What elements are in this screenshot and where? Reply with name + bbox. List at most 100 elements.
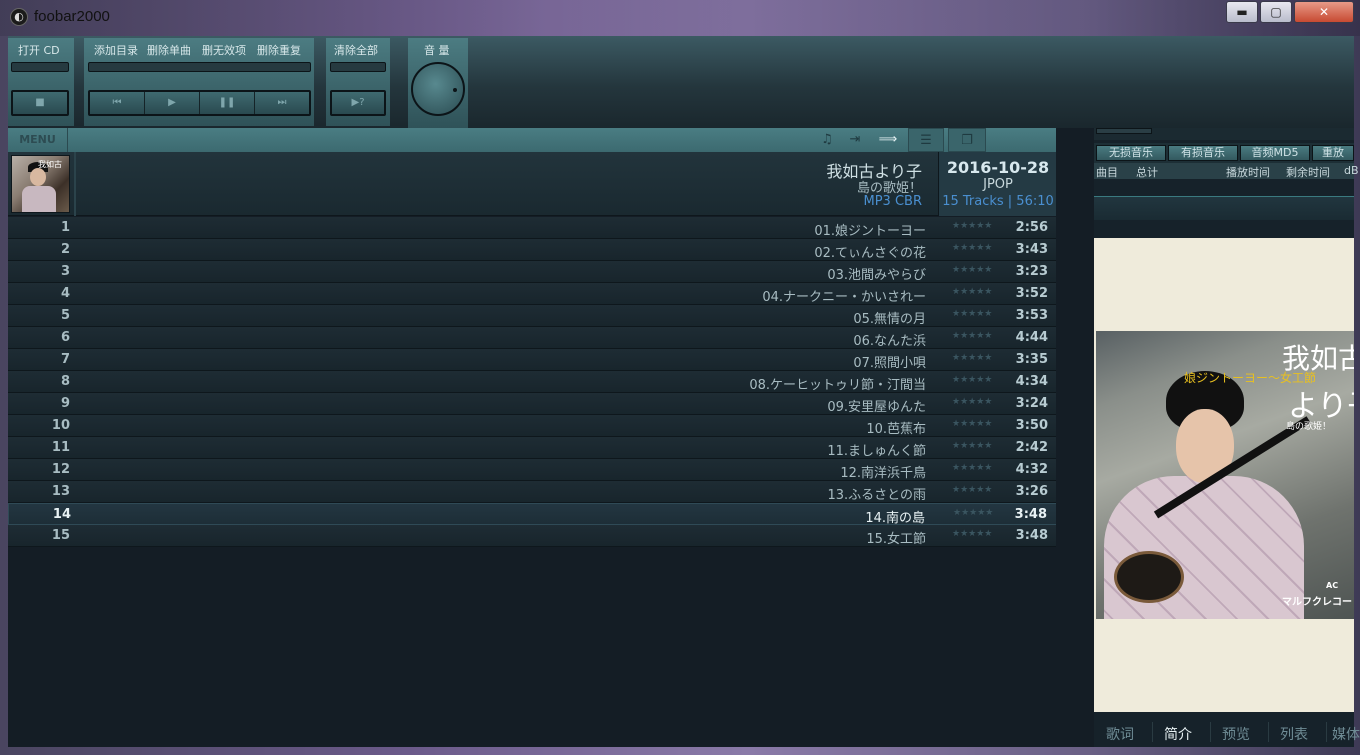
add-dir-label[interactable]: 添加目录 [94, 42, 138, 58]
thumb-face [30, 168, 46, 186]
delete-single-label[interactable]: 删除单曲 [147, 42, 191, 58]
album-cover-thumbnail[interactable]: 我如古 [11, 155, 70, 213]
track-title: 15.女工節 [866, 532, 926, 547]
track-number: 4 [60, 286, 70, 301]
tab-replay[interactable]: 重放 [1312, 145, 1354, 161]
track-row[interactable]: 12 12.南洋浜千鳥 ★★★★★ 4:32 [8, 459, 1058, 481]
open-cd-slot[interactable] [11, 62, 69, 72]
col-remaining: 剩余时间 [1286, 166, 1330, 179]
track-rating[interactable]: ★★★★★ [952, 331, 992, 341]
track-rating[interactable]: ★★★★★ [952, 287, 992, 297]
tab-intro[interactable]: 简介 [1164, 724, 1192, 744]
pause-button[interactable]: ❚❚ [200, 92, 255, 114]
playlist-nav-bar: MENU ♫ ⇥ ⟹ ☰ ❐ [8, 128, 1056, 152]
right-panel-strip [1094, 196, 1354, 220]
track-title: 11.ましゅんく節 [827, 444, 926, 459]
track-row[interactable]: 4 04.ナークニー・かいされー ★★★★★ 3:52 [8, 283, 1058, 305]
list-icon[interactable]: ☰ [908, 128, 944, 152]
play-button[interactable]: ▶ [145, 92, 200, 114]
tab-media[interactable]: 媒体 [1332, 724, 1360, 744]
tab-preview[interactable]: 预览 [1222, 724, 1250, 744]
window-icon[interactable]: ❐ [948, 128, 986, 152]
delete-dup-label[interactable]: 删除重复 [257, 42, 301, 58]
track-title: 05.無情の月 [853, 312, 926, 327]
track-row[interactable]: 1 01.娘ジントーヨー ★★★★★ 2:56 [8, 217, 1058, 239]
tab-audio-md5[interactable]: 音频MD5 [1240, 145, 1310, 161]
clear-all-label[interactable]: 清除全部 [334, 42, 378, 58]
track-number: 14 [52, 507, 71, 522]
right-panel-slot[interactable] [1096, 128, 1152, 134]
track-row[interactable]: 2 02.てぃんさぐの花 ★★★★★ 3:43 [8, 239, 1058, 261]
track-rating[interactable]: ★★★★★ [952, 419, 992, 429]
clear-all-slot[interactable] [330, 62, 386, 72]
track-title: 04.ナークニー・かいされー [762, 290, 926, 305]
track-rating[interactable]: ★★★★★ [953, 508, 993, 518]
art-label-top: AC [1326, 581, 1339, 590]
tab-separator [1152, 722, 1153, 742]
random-play-button[interactable]: ▶? [330, 90, 386, 116]
col-track: 曲目 [1096, 166, 1118, 179]
track-row[interactable]: 9 09.安里屋ゆんた ★★★★★ 3:24 [8, 393, 1058, 415]
track-title: 06.なんた浜 [853, 334, 926, 349]
track-title: 14.南の島 [865, 511, 925, 526]
music-note-icon[interactable]: ♫ [812, 128, 842, 152]
track-duration: 3:48 [1014, 507, 1047, 522]
tab-lossy[interactable]: 有损音乐 [1168, 145, 1238, 161]
track-rating[interactable]: ★★★★★ [952, 265, 992, 275]
track-row[interactable]: 6 06.なんた浜 ★★★★★ 4:44 [8, 327, 1058, 349]
album-header: 我如古 我如古より子 島の歌姫！ MP3 CBR 2016-10-28 JPOP… [8, 152, 1056, 216]
thumb-body [22, 186, 56, 212]
track-row[interactable]: 3 03.池間みやらび ★★★★★ 3:23 [8, 261, 1058, 283]
stop-button[interactable]: ■ [11, 90, 69, 116]
track-rating[interactable]: ★★★★★ [952, 441, 992, 451]
track-duration: 4:34 [1015, 374, 1048, 389]
next-button[interactable]: ⏭ [255, 92, 309, 114]
tab-lossless[interactable]: 无损音乐 [1096, 145, 1166, 161]
track-rating[interactable]: ★★★★★ [952, 221, 992, 231]
right-panel-tabs: 无损音乐 有损音乐 音频MD5 重放 [1094, 143, 1354, 163]
tab-lyrics[interactable]: 歌词 [1106, 724, 1134, 744]
track-rating[interactable]: ★★★★★ [952, 353, 992, 363]
track-number: 3 [60, 264, 70, 279]
track-row[interactable]: 5 05.無情の月 ★★★★★ 3:53 [8, 305, 1058, 327]
track-row[interactable]: 10 10.芭蕉布 ★★★★★ 3:50 [8, 415, 1058, 437]
title-bar: ◐ foobar2000 ▬ ▢ ✕ [0, 0, 1360, 36]
track-rating[interactable]: ★★★★★ [952, 309, 992, 319]
toolbar: 打开 CD ■ 添加目录 删除单曲 删无效项 删除重复 ⏮ ▶ ❚❚ ⏭ 清除全… [8, 36, 1354, 128]
arrow-right-icon[interactable]: ⟹ [870, 128, 906, 152]
right-panel-bottom-tabs: 歌词 简介 预览 列表 媒体 [1094, 718, 1360, 747]
maximize-button[interactable]: ▢ [1260, 1, 1292, 23]
track-rating[interactable]: ★★★★★ [952, 529, 992, 539]
tab-list[interactable]: 列表 [1280, 724, 1308, 744]
track-rating[interactable]: ★★★★★ [952, 397, 992, 407]
menu-button[interactable]: MENU [8, 128, 68, 152]
close-button[interactable]: ✕ [1294, 1, 1354, 23]
track-rating[interactable]: ★★★★★ [952, 485, 992, 495]
track-title: 01.娘ジントーヨー [814, 224, 926, 239]
header-separator [74, 152, 76, 216]
track-row[interactable]: 15 15.女工節 ★★★★★ 3:48 [8, 525, 1058, 547]
album-genre: JPOP [983, 177, 1013, 192]
playlist-ops-slot[interactable] [88, 62, 311, 72]
track-rating[interactable]: ★★★★★ [952, 463, 992, 473]
track-rating[interactable]: ★★★★★ [952, 243, 992, 253]
track-duration: 3:52 [1015, 286, 1048, 301]
track-row[interactable]: 8 08.ケーヒットゥリ節・汀間当 ★★★★★ 4:34 [8, 371, 1058, 393]
delete-invalid-label[interactable]: 删无效项 [202, 42, 246, 58]
foobar-app-icon: ◐ [10, 8, 28, 26]
track-row[interactable]: 11 11.ましゅんく節 ★★★★★ 2:42 [8, 437, 1058, 459]
volume-knob[interactable] [411, 62, 465, 116]
minimize-button[interactable]: ▬ [1226, 1, 1258, 23]
album-cover-art[interactable]: 我如古 娘ジントーヨー～女工節 より子 島の歌姫！ AC マルフクレコード [1096, 331, 1354, 619]
prev-button[interactable]: ⏮ [90, 92, 145, 114]
track-row[interactable]: 13 13.ふるさとの雨 ★★★★★ 3:26 [8, 481, 1058, 503]
track-title: 07.照間小唄 [853, 356, 926, 371]
track-row[interactable]: 7 07.照間小唄 ★★★★★ 3:35 [8, 349, 1058, 371]
track-duration: 2:56 [1015, 220, 1048, 235]
import-icon[interactable]: ⇥ [840, 128, 870, 152]
track-duration: 3:53 [1015, 308, 1048, 323]
track-duration: 3:48 [1015, 528, 1048, 543]
track-row[interactable]: 14 14.南の島 ★★★★★ 3:48 [8, 503, 1058, 526]
track-title: 12.南洋浜千鳥 [840, 466, 926, 481]
track-rating[interactable]: ★★★★★ [952, 375, 992, 385]
